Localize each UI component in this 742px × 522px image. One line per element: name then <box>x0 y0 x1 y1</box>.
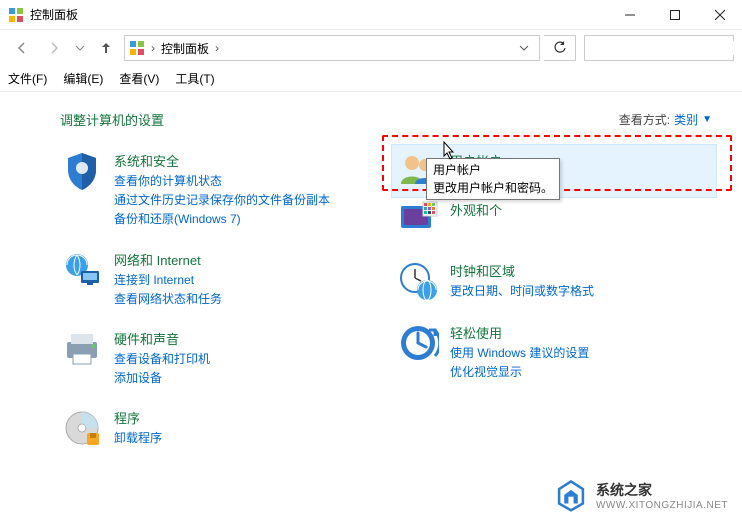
category-ease-of-access: 轻松使用 使用 Windows 建议的设置 优化视觉显示 <box>396 321 712 382</box>
search-box[interactable] <box>584 35 734 61</box>
menu-view[interactable]: 查看(V) <box>119 70 159 87</box>
category-clock: 时钟和区域 更改日期、时间或数字格式 <box>396 259 712 303</box>
category-appearance: 外观和个性化 外观和个 <box>396 197 712 241</box>
category-title-visible[interactable]: 外观和个 <box>450 200 528 219</box>
breadcrumb[interactable]: › 控制面板 › <box>124 35 540 61</box>
category-programs: 程序 卸载程序 <box>60 406 376 450</box>
category-title[interactable]: 网络和 Internet <box>114 250 222 269</box>
breadcrumb-item[interactable]: 控制面板 <box>157 40 213 57</box>
recent-dropdown[interactable] <box>72 34 88 62</box>
category-link[interactable]: 更改日期、时间或数字格式 <box>450 282 594 301</box>
category-link[interactable]: 备份和还原(Windows 7) <box>114 210 330 229</box>
category-link[interactable]: 查看你的计算机状态 <box>114 172 330 191</box>
forward-button[interactable] <box>40 34 68 62</box>
back-button[interactable] <box>8 34 36 62</box>
category-title[interactable]: 系统和安全 <box>114 151 330 170</box>
view-mode-label: 查看方式: <box>619 111 670 128</box>
titlebar: 控制面板 <box>0 0 742 30</box>
category-network: 网络和 Internet 连接到 Internet 查看网络状态和任务 <box>60 248 376 309</box>
category-hardware: 硬件和声音 查看设备和打印机 添加设备 <box>60 327 376 388</box>
window-controls <box>607 0 742 30</box>
left-column: 系统和安全 查看你的计算机状态 通过文件历史记录保存你的文件备份副本 备份和还原… <box>60 149 376 468</box>
menu-file[interactable]: 文件(F) <box>8 70 47 87</box>
printer-icon <box>60 327 104 371</box>
ease-icon <box>396 321 440 365</box>
search-input[interactable] <box>585 41 742 55</box>
category-title[interactable]: 时钟和区域 <box>450 261 594 280</box>
category-link[interactable]: 添加设备 <box>114 369 210 388</box>
view-mode-dropdown-icon[interactable]: ▼ <box>702 114 712 125</box>
menu-edit[interactable]: 编辑(E) <box>63 70 103 87</box>
watermark-logo-icon <box>554 478 588 512</box>
category-link[interactable]: 使用 Windows 建议的设置 <box>450 344 589 363</box>
tooltip-title: 用户帐户 <box>433 161 553 179</box>
menubar: 文件(F) 编辑(E) 查看(V) 工具(T) <box>0 66 742 92</box>
tooltip: 用户帐户 更改用户帐户和密码。 <box>426 158 560 200</box>
category-title[interactable]: 程序 <box>114 408 162 427</box>
watermark: 系统之家 WWW.XITONGZHIJIA.NET <box>554 478 728 512</box>
breadcrumb-chevron[interactable]: › <box>213 41 221 55</box>
breadcrumb-icon <box>129 40 145 56</box>
category-link[interactable]: 卸载程序 <box>114 429 162 448</box>
network-icon <box>60 248 104 292</box>
page-heading: 调整计算机的设置 <box>60 110 164 129</box>
view-mode-value[interactable]: 类别 <box>674 111 698 128</box>
category-system-security: 系统和安全 查看你的计算机状态 通过文件历史记录保存你的文件备份副本 备份和还原… <box>60 149 376 230</box>
category-title[interactable]: 硬件和声音 <box>114 329 210 348</box>
maximize-button[interactable] <box>652 0 697 30</box>
close-button[interactable] <box>697 0 742 30</box>
breadcrumb-root-chevron[interactable]: › <box>149 41 157 55</box>
disc-icon <box>60 406 104 450</box>
refresh-button[interactable] <box>544 35 576 61</box>
watermark-name: 系统之家 <box>596 482 652 498</box>
control-panel-icon <box>8 7 24 23</box>
up-button[interactable] <box>92 34 120 62</box>
category-link[interactable]: 查看网络状态和任务 <box>114 290 222 309</box>
tooltip-desc: 更改用户帐户和密码。 <box>433 179 553 197</box>
window-title: 控制面板 <box>30 6 78 23</box>
category-link[interactable]: 连接到 Internet <box>114 271 222 290</box>
category-link[interactable]: 查看设备和打印机 <box>114 350 210 369</box>
minimize-button[interactable] <box>607 0 652 30</box>
breadcrumb-dropdown[interactable] <box>513 43 535 53</box>
view-mode: 查看方式: 类别 ▼ <box>619 111 712 128</box>
watermark-url: WWW.XITONGZHIJIA.NET <box>596 500 728 511</box>
menu-tools[interactable]: 工具(T) <box>175 70 214 87</box>
clock-icon <box>396 259 440 303</box>
category-link[interactable]: 优化视觉显示 <box>450 363 589 382</box>
content-area: 调整计算机的设置 查看方式: 类别 ▼ 系统和安全 查看你的计算机状态 通过文件… <box>0 92 742 478</box>
category-title[interactable]: 轻松使用 <box>450 323 589 342</box>
shield-icon <box>60 149 104 193</box>
category-link[interactable]: 通过文件历史记录保存你的文件备份副本 <box>114 191 330 210</box>
address-row: › 控制面板 › <box>0 30 742 66</box>
appearance-icon <box>396 197 440 241</box>
